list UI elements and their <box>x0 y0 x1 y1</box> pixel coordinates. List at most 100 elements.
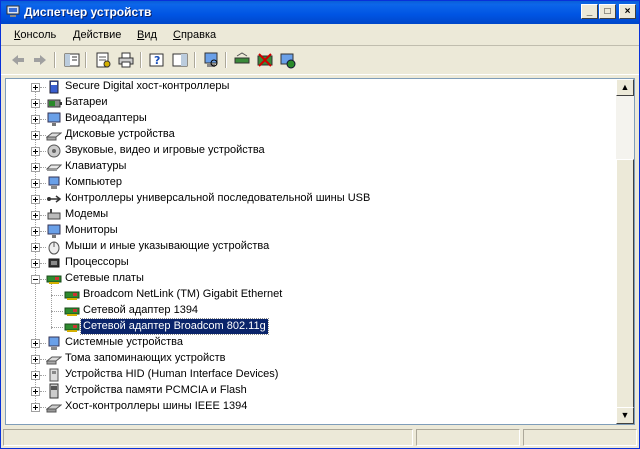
tree-item-label: Мониторы <box>65 224 118 236</box>
menu-bar: Консоль Действие Вид Справка <box>1 25 639 46</box>
tree-item-label: Модемы <box>65 208 109 220</box>
expand-toggle-icon[interactable] <box>31 243 40 252</box>
tree-item-label: Сетевые платы <box>65 272 144 284</box>
update-driver-icon[interactable] <box>233 51 251 69</box>
tree-category-item[interactable]: Дисковые устройства <box>6 127 614 143</box>
expand-toggle-icon[interactable] <box>31 115 40 124</box>
tree-item-label: Secure Digital хост-контроллеры <box>65 80 230 92</box>
tree-category-item[interactable]: Хост-контроллеры шины IEEE 1394 <box>6 399 614 415</box>
tree-item-label: Компьютер <box>65 176 122 188</box>
tree-device-item[interactable]: Сетевой адаптер 1394 <box>6 303 614 319</box>
title-bar[interactable]: Диспетчер устройств _ □ × <box>1 1 639 24</box>
tree-device-item[interactable]: Сетевой адаптер Broadcom 802.11g <box>6 318 614 335</box>
properties-icon[interactable] <box>94 51 112 69</box>
expand-toggle-icon[interactable] <box>31 179 40 188</box>
network-card-icon <box>64 307 80 316</box>
expand-toggle-icon[interactable] <box>31 339 40 348</box>
tree-category-item[interactable]: Устройства памяти PCMCIA и Flash <box>6 383 614 399</box>
sd-host-icon <box>49 80 59 94</box>
scroll-up-icon: ▲ <box>620 82 630 92</box>
close-button[interactable]: × <box>619 4 636 19</box>
uninstall-icon[interactable] <box>256 51 274 69</box>
toolbar-separator <box>225 52 227 68</box>
show-hide-icon[interactable] <box>171 51 189 69</box>
status-bar <box>1 427 639 448</box>
modem-icon <box>47 209 61 220</box>
ieee1394-icon <box>46 404 62 413</box>
expand-toggle-icon[interactable] <box>31 227 40 236</box>
expand-toggle-icon[interactable] <box>31 131 40 140</box>
expand-toggle-icon[interactable] <box>31 195 40 204</box>
tree-category-item[interactable]: Модемы <box>6 207 614 223</box>
scroll-down-icon: ▼ <box>620 410 630 420</box>
tree-item-label: Хост-контроллеры шины IEEE 1394 <box>65 400 248 412</box>
help-icon[interactable]: ? <box>148 51 166 69</box>
expand-toggle-icon[interactable] <box>31 211 40 220</box>
tree-item-label: Сетевой адаптер 1394 <box>83 304 199 316</box>
toolbar-separator <box>140 52 142 68</box>
expand-toggle-icon[interactable] <box>31 387 40 396</box>
maximize-button[interactable]: □ <box>599 4 616 19</box>
tree-item-label: Видеоадаптеры <box>65 112 147 124</box>
tree-category-item[interactable]: Мониторы <box>6 223 614 239</box>
disable-icon[interactable] <box>279 51 297 69</box>
forward-arrow-icon[interactable] <box>31 51 49 69</box>
tree-item-label: Контроллеры универсальной последовательн… <box>65 192 371 204</box>
print-icon[interactable] <box>117 51 135 69</box>
system-device-icon <box>48 336 60 350</box>
expand-toggle-icon[interactable] <box>31 355 40 364</box>
tree-guide-line <box>51 327 63 328</box>
sound-device-icon <box>47 144 61 158</box>
tree-item-label: Устройства памяти PCMCIA и Flash <box>65 384 247 396</box>
menu-view-label: ид <box>144 29 157 41</box>
menu-view[interactable]: Вид <box>137 29 157 41</box>
collapse-toggle-icon[interactable] <box>31 275 40 284</box>
mouse-icon <box>48 241 60 255</box>
expand-toggle-icon[interactable] <box>31 163 40 172</box>
expand-toggle-icon[interactable] <box>31 403 40 412</box>
expand-toggle-icon[interactable] <box>31 371 40 380</box>
network-card-icon <box>64 291 80 300</box>
menu-help[interactable]: Справка <box>173 29 216 41</box>
menu-action[interactable]: Действие <box>73 29 121 41</box>
status-pane <box>416 429 520 446</box>
expand-toggle-icon[interactable] <box>31 99 40 108</box>
minimize-button[interactable]: _ <box>581 4 598 19</box>
expand-toggle-icon[interactable] <box>31 83 40 92</box>
processor-icon <box>48 258 60 268</box>
tree-category-item[interactable]: Видеоадаптеры <box>6 111 614 127</box>
tree-item-label: Системные устройства <box>65 336 184 348</box>
tree-category-item[interactable]: Сетевые платы <box>6 271 614 287</box>
back-arrow-icon[interactable] <box>9 51 27 69</box>
network-card-icon <box>64 323 80 332</box>
tree-category-item[interactable]: Устройства HID (Human Interface Devices) <box>6 367 614 383</box>
status-pane-main <box>3 429 413 446</box>
scroll-up-button[interactable]: ▲ <box>616 79 634 96</box>
minimize-icon: _ <box>586 6 593 17</box>
tree-category-item[interactable]: Процессоры <box>6 255 614 271</box>
tree-category-item[interactable]: Клавиатуры <box>6 159 614 175</box>
tree-category-item[interactable]: Системные устройства <box>6 335 614 351</box>
tree-category-item[interactable]: Мыши и иные указывающие устройства <box>6 239 614 255</box>
tree-category-item[interactable]: Тома запоминающих устройств <box>6 351 614 367</box>
menu-help-mnemonic: С <box>173 29 181 41</box>
scroll-thumb[interactable] <box>616 159 634 409</box>
tree-device-item[interactable]: Broadcom NetLink (TM) Gigabit Ethernet <box>6 287 614 303</box>
menu-console[interactable]: Консоль <box>14 29 56 41</box>
scan-hardware-icon[interactable] <box>202 51 220 69</box>
tree-category-item[interactable]: Компьютер <box>6 175 614 191</box>
expand-toggle-icon[interactable] <box>31 147 40 156</box>
tree-item-label: Дисковые устройства <box>65 128 175 140</box>
disk-drive-icon <box>46 132 62 141</box>
console-tree-icon[interactable] <box>63 51 81 69</box>
tree-category-item[interactable]: Батареи <box>6 95 614 111</box>
menu-action-label: ействие <box>80 29 122 41</box>
tree-category-item[interactable]: Звуковые, видео и игровые устройства <box>6 143 614 159</box>
device-tree[interactable]: Secure Digital хост-контроллеры Батареи Ви… <box>5 78 635 425</box>
device-manager-window: Диспетчер устройств _ □ × Консоль Действ… <box>0 0 640 449</box>
scroll-down-button[interactable]: ▼ <box>616 407 634 424</box>
tree-category-item[interactable]: Контроллеры универсальной последовательн… <box>6 191 614 207</box>
tree-category-item[interactable]: Secure Digital хост-контроллеры <box>6 79 614 95</box>
expand-toggle-icon[interactable] <box>31 259 40 268</box>
vertical-scrollbar[interactable]: ▲ ▼ <box>616 79 634 424</box>
